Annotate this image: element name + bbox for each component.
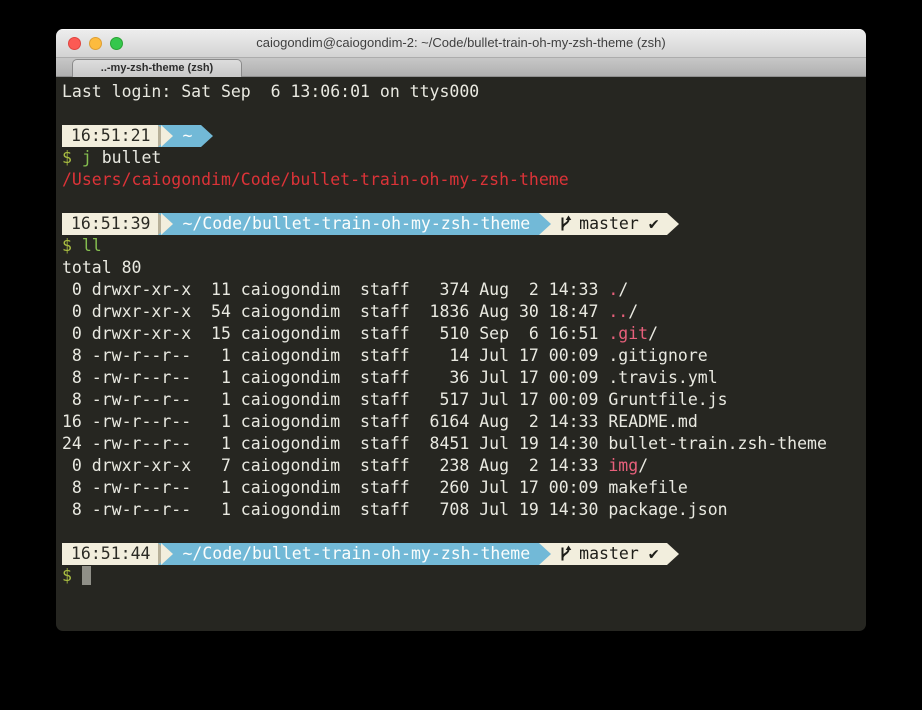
output-path: /Users/caiogondim/Code/bullet-train-oh-m… bbox=[62, 169, 866, 191]
file-row: 0 drwxr-xr-x 15 caiogondim staff 510 Sep… bbox=[62, 323, 866, 345]
file-suffix: / bbox=[638, 456, 648, 475]
blank-line bbox=[62, 103, 866, 125]
powerline-arrow-icon bbox=[667, 543, 680, 565]
terminal-screen[interactable]: Last login: Sat Sep 6 13:06:01 on ttys00… bbox=[56, 77, 866, 631]
dollar-sign: $ bbox=[62, 148, 82, 167]
file-name: Gruntfile.js bbox=[608, 390, 727, 409]
file-name: README.md bbox=[608, 412, 697, 431]
command-line: $ ll bbox=[62, 235, 866, 257]
file-row: 0 drwxr-xr-x 11 caiogondim staff 374 Aug… bbox=[62, 279, 866, 301]
file-meta: 0 drwxr-xr-x 7 caiogondim staff 238 Aug … bbox=[62, 456, 608, 475]
title-bar[interactable]: caiogondim@caiogondim-2: ~/Code/bullet-t… bbox=[56, 29, 866, 58]
prompt-path: ~ bbox=[182, 125, 192, 147]
terminal-window: caiogondim@caiogondim-2: ~/Code/bullet-t… bbox=[56, 29, 866, 631]
prompt-path-segment: ~ bbox=[173, 125, 201, 147]
prompt-time: 16:51:44 bbox=[71, 543, 150, 565]
window-controls bbox=[68, 37, 123, 50]
tab-bar: ..-my-zsh-theme (zsh) bbox=[56, 58, 866, 77]
file-meta: 8 -rw-r--r-- 1 caiogondim staff 517 Jul … bbox=[62, 390, 608, 409]
prompt-path-segment: ~/Code/bullet-train-oh-my-zsh-theme bbox=[173, 543, 539, 565]
file-meta: 8 -rw-r--r-- 1 caiogondim staff 260 Jul … bbox=[62, 478, 608, 497]
powerline-arrow-icon bbox=[201, 125, 214, 147]
file-meta: 0 drwxr-xr-x 15 caiogondim staff 510 Sep… bbox=[62, 324, 608, 343]
cursor-block bbox=[82, 566, 91, 585]
git-branch-icon bbox=[558, 215, 572, 233]
prompt-path: ~/Code/bullet-train-oh-my-zsh-theme bbox=[182, 543, 530, 565]
file-name: . bbox=[608, 280, 618, 299]
file-meta: 24 -rw-r--r-- 1 caiogondim staff 8451 Ju… bbox=[62, 434, 608, 453]
file-row: 8 -rw-r--r-- 1 caiogondim staff 36 Jul 1… bbox=[62, 367, 866, 389]
file-name: img bbox=[608, 456, 638, 475]
file-row: 16 -rw-r--r-- 1 caiogondim staff 6164 Au… bbox=[62, 411, 866, 433]
file-name: package.json bbox=[608, 500, 727, 519]
file-meta: 8 -rw-r--r-- 1 caiogondim staff 36 Jul 1… bbox=[62, 368, 608, 387]
file-row: 8 -rw-r--r-- 1 caiogondim staff 517 Jul … bbox=[62, 389, 866, 411]
file-row: 24 -rw-r--r-- 1 caiogondim staff 8451 Ju… bbox=[62, 433, 866, 455]
file-name: .git bbox=[608, 324, 648, 343]
prompt-path-segment: ~/Code/bullet-train-oh-my-zsh-theme bbox=[173, 213, 539, 235]
dollar-sign: $ bbox=[62, 236, 82, 255]
file-suffix: / bbox=[628, 302, 638, 321]
file-meta: 8 -rw-r--r-- 1 caiogondim staff 14 Jul 1… bbox=[62, 346, 608, 365]
total-line: total 80 bbox=[62, 257, 866, 279]
powerline-arrow-icon bbox=[158, 213, 173, 235]
git-status-check-icon: ✔ bbox=[649, 543, 659, 565]
powerline-arrow-icon bbox=[158, 125, 173, 147]
window-title: caiogondim@caiogondim-2: ~/Code/bullet-t… bbox=[56, 29, 866, 57]
prompt-time: 16:51:21 bbox=[71, 125, 150, 147]
blank-line bbox=[62, 521, 866, 543]
command-text: j bbox=[82, 148, 92, 167]
minimize-button[interactable] bbox=[89, 37, 102, 50]
powerline-arrow-icon bbox=[539, 543, 552, 565]
file-name: .. bbox=[608, 302, 628, 321]
blank-line bbox=[62, 191, 866, 213]
command-text: ll bbox=[82, 236, 102, 255]
file-suffix: / bbox=[648, 324, 658, 343]
file-name: .gitignore bbox=[608, 346, 707, 365]
last-login-line: Last login: Sat Sep 6 13:06:01 on ttys00… bbox=[62, 81, 866, 103]
file-meta: 0 drwxr-xr-x 11 caiogondim staff 374 Aug… bbox=[62, 280, 608, 299]
file-meta: 8 -rw-r--r-- 1 caiogondim staff 708 Jul … bbox=[62, 500, 608, 519]
git-branch-name: master bbox=[579, 213, 639, 235]
git-branch-icon bbox=[558, 545, 572, 563]
prompt-bar: 16:51:21 ~ bbox=[62, 125, 866, 147]
git-status-check-icon: ✔ bbox=[649, 213, 659, 235]
prompt-git-segment: master ✔ bbox=[552, 213, 667, 235]
input-line[interactable]: $ bbox=[62, 565, 866, 587]
file-meta: 16 -rw-r--r-- 1 caiogondim staff 6164 Au… bbox=[62, 412, 608, 431]
prompt-time: 16:51:39 bbox=[71, 213, 150, 235]
file-meta: 0 drwxr-xr-x 54 caiogondim staff 1836 Au… bbox=[62, 302, 608, 321]
file-name: bullet-train.zsh-theme bbox=[608, 434, 827, 453]
file-row: 0 drwxr-xr-x 7 caiogondim staff 238 Aug … bbox=[62, 455, 866, 477]
dollar-sign: $ bbox=[62, 566, 82, 585]
prompt-path: ~/Code/bullet-train-oh-my-zsh-theme bbox=[182, 213, 530, 235]
prompt-bar: 16:51:44 ~/Code/bullet-train-oh-my-zsh-t… bbox=[62, 543, 866, 565]
file-row: 8 -rw-r--r-- 1 caiogondim staff 260 Jul … bbox=[62, 477, 866, 499]
prompt-bar: 16:51:39 ~/Code/bullet-train-oh-my-zsh-t… bbox=[62, 213, 866, 235]
terminal-tab[interactable]: ..-my-zsh-theme (zsh) bbox=[72, 59, 242, 77]
command-args: bullet bbox=[92, 148, 162, 167]
file-name: makefile bbox=[608, 478, 687, 497]
command-line: $ j bullet bbox=[62, 147, 866, 169]
file-row: 8 -rw-r--r-- 1 caiogondim staff 14 Jul 1… bbox=[62, 345, 866, 367]
file-row: 0 drwxr-xr-x 54 caiogondim staff 1836 Au… bbox=[62, 301, 866, 323]
file-row: 8 -rw-r--r-- 1 caiogondim staff 708 Jul … bbox=[62, 499, 866, 521]
git-branch-name: master bbox=[579, 543, 639, 565]
prompt-git-segment: master ✔ bbox=[552, 543, 667, 565]
zoom-button[interactable] bbox=[110, 37, 123, 50]
file-suffix: / bbox=[618, 280, 628, 299]
file-name: .travis.yml bbox=[608, 368, 717, 387]
prompt-time-segment: 16:51:44 bbox=[62, 543, 158, 565]
prompt-time-segment: 16:51:39 bbox=[62, 213, 158, 235]
prompt-time-segment: 16:51:21 bbox=[62, 125, 158, 147]
tab-label: ..-my-zsh-theme (zsh) bbox=[101, 62, 213, 74]
powerline-arrow-icon bbox=[158, 543, 173, 565]
powerline-arrow-icon bbox=[667, 213, 680, 235]
close-button[interactable] bbox=[68, 37, 81, 50]
powerline-arrow-icon bbox=[539, 213, 552, 235]
